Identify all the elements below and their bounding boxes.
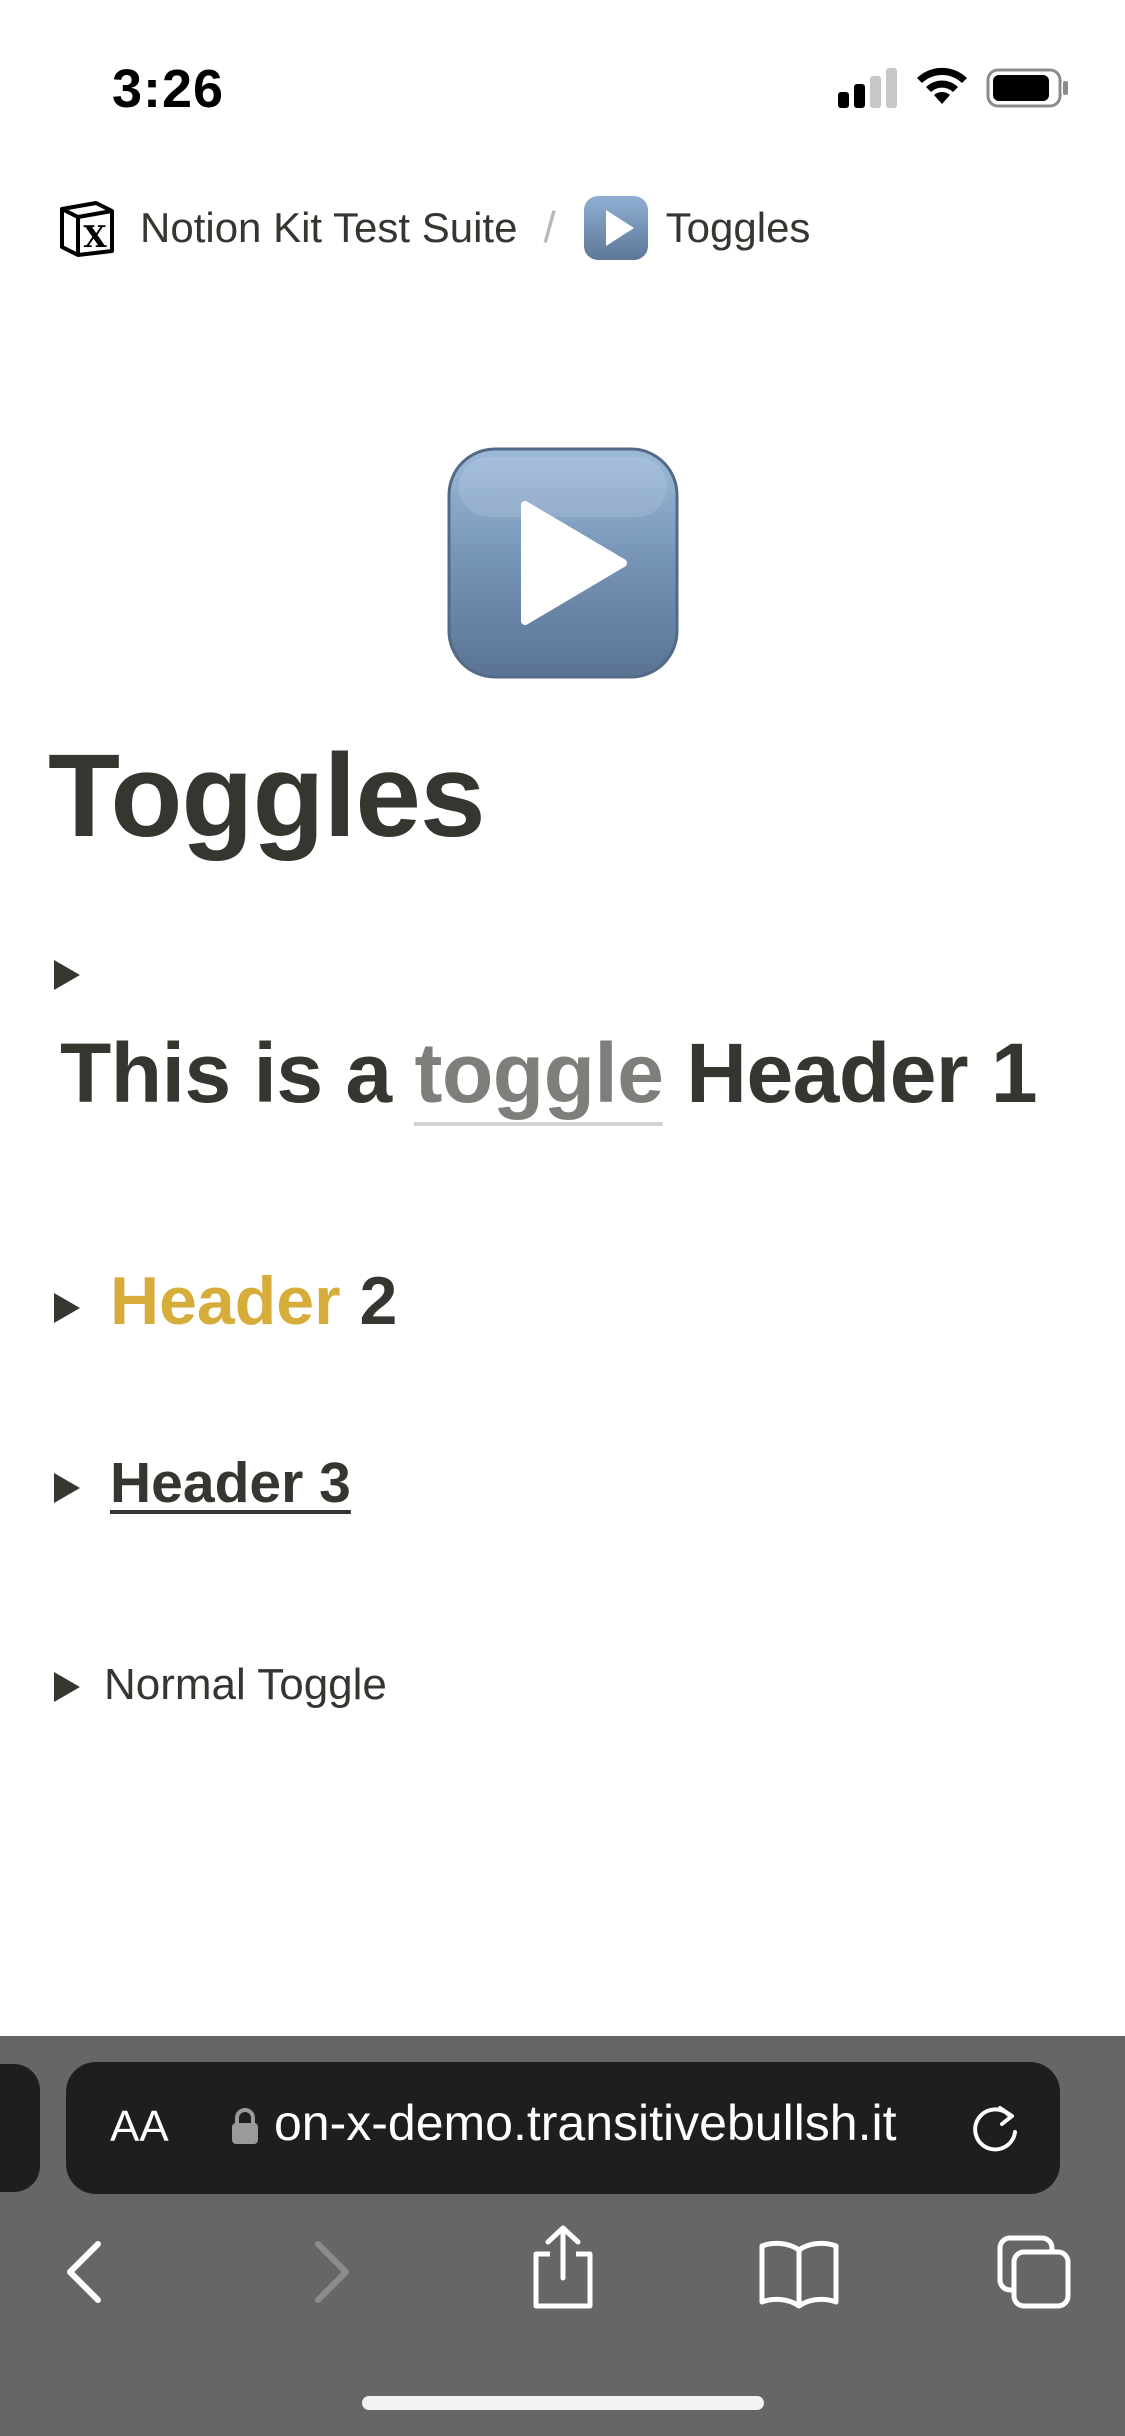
toggle-header-2[interactable]: Header 2 — [110, 1262, 397, 1340]
battery-icon — [986, 68, 1068, 108]
toggle-arrow-icon[interactable] — [54, 1293, 80, 1323]
text-size-button[interactable]: AA — [110, 2102, 169, 2152]
forward-icon[interactable] — [290, 2232, 370, 2312]
cellular-signal-icon — [838, 66, 898, 108]
bookmarks-icon[interactable] — [756, 2232, 842, 2312]
breadcrumb-workspace-label: Notion Kit Test Suite — [140, 204, 518, 251]
url-text: on-x-demo.transitivebullsh.it — [274, 2095, 897, 2151]
previous-tab-peek[interactable] — [0, 2064, 40, 2192]
toggle-header-2-text: 2 — [359, 1263, 398, 1339]
toggle-arrow-icon[interactable] — [54, 1473, 80, 1503]
toggle-arrow-icon[interactable] — [54, 1672, 80, 1702]
play-button-icon — [583, 196, 648, 260]
notion-logo-icon: X — [60, 201, 114, 257]
toggle-header-1-text-a: This is a — [60, 1026, 392, 1120]
breadcrumb-page-label: Toggles — [665, 204, 811, 251]
breadcrumb: X Notion Kit Test Suite / Toggles — [56, 190, 810, 266]
breadcrumb-current-page[interactable]: Toggles — [582, 190, 811, 266]
toggle-header-1-text-b: Header 1 — [686, 1026, 1038, 1120]
toggle-normal[interactable]: Normal Toggle — [104, 1660, 387, 1710]
share-icon[interactable] — [522, 2222, 604, 2312]
home-indicator — [362, 2396, 764, 2410]
tabs-icon[interactable] — [994, 2232, 1074, 2312]
toggle-header-3[interactable]: Header 3 — [110, 1450, 351, 1516]
status-time: 3:26 — [112, 59, 225, 119]
wifi-icon — [917, 67, 967, 104]
lock-icon — [232, 2108, 258, 2144]
toggle-header-1[interactable]: This is a toggle Header 1 — [60, 1025, 1038, 1126]
toggle-header-2-yellow-text: Header — [110, 1263, 341, 1339]
breadcrumb-workspace[interactable]: X Notion Kit Test Suite — [56, 190, 517, 266]
page-play-button-icon — [447, 447, 679, 679]
breadcrumb-separator: / — [543, 203, 556, 252]
text-size-label: AA — [110, 2102, 169, 2151]
back-icon[interactable] — [46, 2232, 126, 2312]
reload-icon[interactable] — [966, 2098, 1024, 2158]
page-title: Toggles — [48, 730, 486, 862]
status-bar: 3:26 — [0, 0, 1125, 160]
toggle-header-1-link[interactable]: toggle — [414, 1026, 664, 1126]
address-bar[interactable]: AA on-x-demo.transitivebullsh.it — [66, 2062, 1060, 2194]
svg-text:X: X — [83, 220, 107, 255]
toggle-arrow-icon[interactable] — [54, 960, 80, 990]
